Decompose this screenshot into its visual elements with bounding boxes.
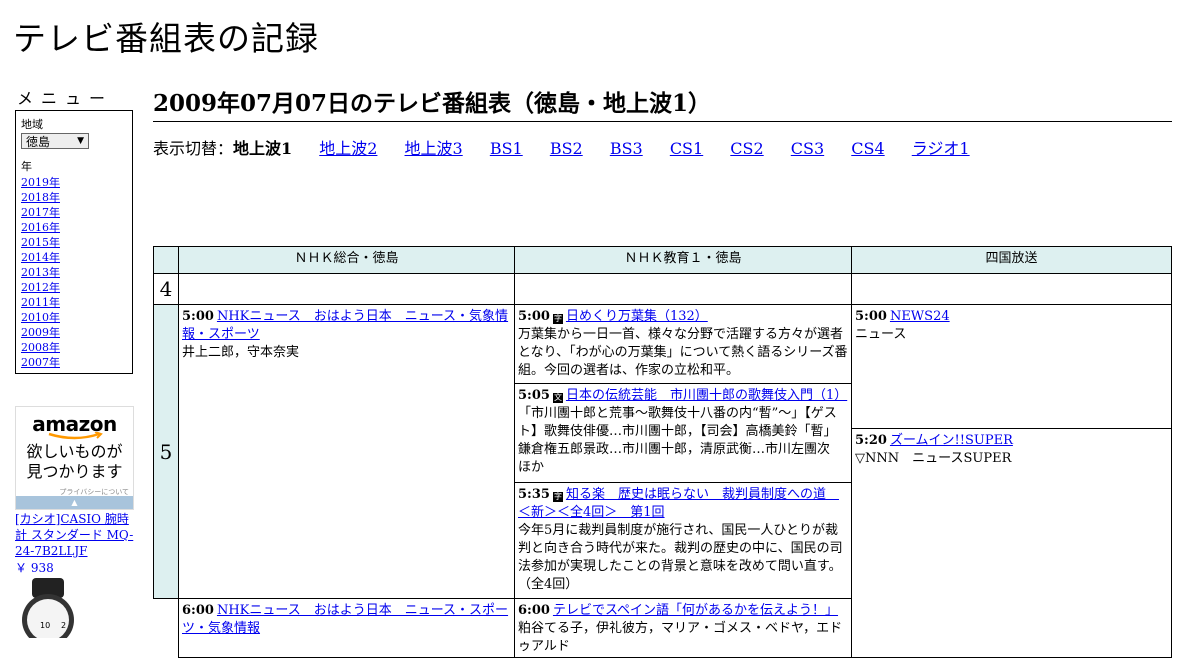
region-select[interactable]: 徳島 ▼: [21, 133, 89, 149]
switch-link[interactable]: CS1: [670, 139, 703, 158]
program-cell: 5:00 NEWS24 ニュース: [851, 304, 1172, 429]
corner-cell: [153, 246, 179, 274]
program-cell: 6:00 NHKニュース おはよう日本 ニュース・スポーツ・気象情報: [178, 598, 515, 658]
switch-current: 地上波1: [233, 139, 293, 158]
amazon-logo: amazon: [32, 412, 117, 436]
program-time: 5:00: [182, 309, 214, 324]
page-title: 2009年07月07日のテレビ番組表（徳島・地上波1）: [153, 84, 1172, 122]
program-description: ▽NNN ニュースSUPER: [855, 451, 1012, 466]
program-description: 「市川團十郎と荒事～歌舞伎十八番の内“暫”～」【ゲスト】歌舞伎俳優…市川團十郎，…: [518, 406, 844, 475]
broadcast-switcher: 表示切替：地上波1 地上波2 地上波3 BS1 BS2 BS3 CS1 CS2 …: [153, 135, 992, 159]
subtitle-icon: 字: [552, 492, 563, 502]
program-description: 粕谷てる子，伊礼彼方，マリア・ゴメス・ベドヤ，エドゥアルド: [518, 621, 843, 654]
switch-link[interactable]: CS2: [730, 139, 763, 158]
year-link[interactable]: 2007年: [21, 356, 60, 369]
program-time: 5:35: [518, 487, 550, 502]
empty-slot: [514, 273, 852, 305]
program-title-link[interactable]: テレビでスペイン語「何があるかを伝えよう！」: [553, 603, 838, 618]
program-cell: 5:35 字知る楽 歴史は眠らない 裁判員制度への道 ＜新＞＜全4回＞ 第1回 今…: [514, 482, 852, 599]
program-time: 5:05: [518, 388, 550, 403]
subtitle-icon: 字: [552, 314, 563, 324]
program-description: 井上二郎，守本奈実: [182, 345, 300, 360]
program-title-link[interactable]: 日めくり万葉集（132）: [566, 309, 708, 324]
year-link[interactable]: 2015年: [21, 236, 60, 249]
menu-heading: メニュー: [17, 89, 114, 108]
ad-copy-line: 見つかります: [26, 462, 123, 481]
hour-label: 5: [153, 304, 179, 599]
program-time: 5:00: [855, 309, 887, 324]
channel-header: 四国放送: [851, 246, 1172, 274]
year-link[interactable]: 2019年: [21, 176, 60, 189]
year-link[interactable]: 2008年: [21, 341, 60, 354]
program-title-link[interactable]: NEWS24: [890, 309, 950, 324]
menu-box: 地域 徳島 ▼ 年 2019年 2018年 2017年 2016年 2015年 …: [15, 110, 133, 374]
year-link[interactable]: 2011年: [21, 296, 60, 309]
year-label: 年: [21, 160, 32, 173]
program-time: 6:00: [518, 603, 550, 618]
year-link[interactable]: 2012年: [21, 281, 60, 294]
year-link[interactable]: 2018年: [21, 191, 60, 204]
empty-slot: [851, 273, 1172, 305]
year-link[interactable]: 2010年: [21, 311, 60, 324]
empty-slot: [178, 273, 515, 305]
amazon-ad[interactable]: amazon 欲しいものが 見つかります プライバシーについて ▲: [15, 406, 134, 510]
program-title-link[interactable]: NHKニュース おはよう日本 ニュース・気象情報・スポーツ: [182, 309, 508, 342]
channel-header: ＮＨＫ総合・徳島: [178, 246, 515, 274]
region-select-value: 徳島: [26, 134, 51, 149]
switch-link[interactable]: CS4: [851, 139, 884, 158]
schedule-grid: ＮＨＫ総合・徳島 ＮＨＫ教育１・徳島 四国放送 4 5 5:00 NHKニュース …: [153, 246, 1172, 658]
program-description: 今年5月に裁判員制度が施行され、国民一人ひとりが裁判と向き合う時代が来た。裁判の…: [518, 523, 843, 592]
year-link[interactable]: 2013年: [21, 266, 60, 279]
switch-link[interactable]: BS2: [550, 139, 583, 158]
program-time: 5:00: [518, 309, 550, 324]
program-description: 万葉集から一日一首、様々な分野で活躍する方々が選者となり、「わが心の万葉集」につ…: [518, 327, 848, 378]
svg-text:2: 2: [61, 621, 66, 630]
teletext-icon: 文: [552, 393, 563, 403]
switch-link[interactable]: ラジオ1: [912, 139, 970, 158]
year-link[interactable]: 2016年: [21, 221, 60, 234]
year-link[interactable]: 2017年: [21, 206, 60, 219]
program-title-link[interactable]: NHKニュース おはよう日本 ニュース・スポーツ・気象情報: [182, 603, 508, 636]
switch-link[interactable]: BS1: [490, 139, 523, 158]
product-link[interactable]: [カシオ]CASIO 腕時計 スタンダード MQ-24-7B2LLJF: [15, 511, 137, 559]
channel-header: ＮＨＫ教育１・徳島: [514, 246, 852, 274]
ad-copy: 欲しいものが 見つかります: [16, 442, 133, 482]
switch-link[interactable]: BS3: [610, 139, 643, 158]
program-description: ニュース: [855, 327, 907, 342]
ad-copy-line: 欲しいものが: [26, 442, 123, 461]
program-cell: 5:20 ズームイン!!SUPER ▽NNN ニュースSUPER: [851, 428, 1172, 658]
region-label: 地域: [21, 118, 43, 131]
site-title: テレビ番組表の記録: [13, 19, 319, 58]
chevron-down-icon: ▼: [77, 136, 84, 146]
program-time: 5:20: [855, 433, 887, 448]
ad-expand-bar[interactable]: ▲: [16, 496, 133, 509]
product-price: ￥ 938: [15, 561, 54, 575]
program-cell: 5:00 字日めくり万葉集（132） 万葉集から一日一首、様々な分野で活躍する方々…: [514, 304, 852, 384]
program-title-link[interactable]: ズームイン!!SUPER: [890, 433, 1013, 448]
switch-link[interactable]: 地上波2: [319, 139, 377, 158]
program-cell: 5:05 文日本の伝統芸能 市川團十郎の歌舞伎入門（1） 「市川團十郎と荒事～歌舞…: [514, 383, 852, 483]
program-time: 6:00: [182, 603, 214, 618]
program-title-link[interactable]: 知る楽 歴史は眠らない 裁判員制度への道 ＜新＞＜全4回＞ 第1回: [518, 487, 839, 520]
hour-label: 4: [153, 273, 179, 305]
switch-link[interactable]: CS3: [791, 139, 824, 158]
watch-image[interactable]: 10 2: [18, 578, 88, 638]
year-link[interactable]: 2009年: [21, 326, 60, 339]
year-link[interactable]: 2014年: [21, 251, 60, 264]
program-title-link[interactable]: 日本の伝統芸能 市川團十郎の歌舞伎入門（1）: [566, 388, 847, 403]
switch-link[interactable]: 地上波3: [405, 139, 463, 158]
year-list: 2019年 2018年 2017年 2016年 2015年 2014年 2013…: [21, 175, 127, 370]
program-cell: 5:00 NHKニュース おはよう日本 ニュース・気象情報・スポーツ 井上二郎，守…: [178, 304, 515, 599]
svg-text:10: 10: [40, 621, 50, 630]
switch-label: 表示切替：: [153, 139, 234, 158]
program-cell: 6:00 テレビでスペイン語「何があるかを伝えよう！」 粕谷てる子，伊礼彼方，マリ…: [514, 598, 852, 658]
